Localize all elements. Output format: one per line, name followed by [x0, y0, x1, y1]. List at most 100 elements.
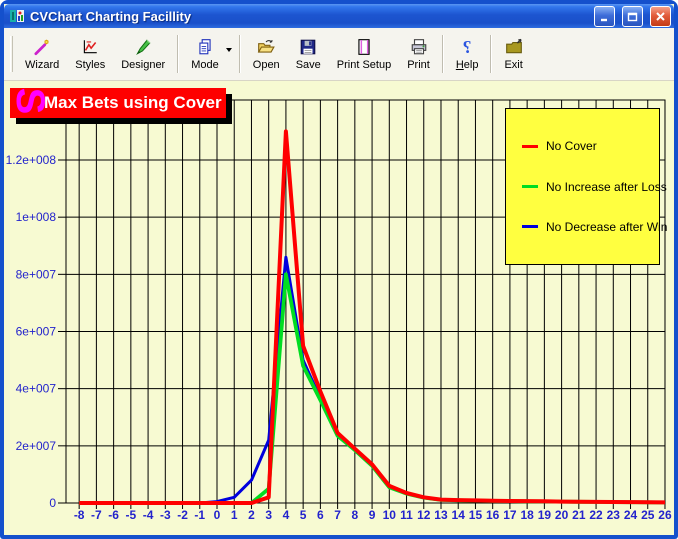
window-inner: CVChart Charting Facillity Wizard Styles… [4, 4, 674, 535]
chart-styles-icon [84, 40, 97, 54]
legend-swatch [522, 144, 538, 148]
y-tick-label: 4e+007 [16, 382, 57, 396]
x-tick-label: -7 [91, 508, 102, 522]
x-tick-label: -1 [194, 508, 205, 522]
minimize-button[interactable] [594, 5, 615, 27]
minimize-icon [601, 18, 607, 21]
x-tick-label: 17 [503, 508, 517, 522]
x-tick-label: 21 [572, 508, 586, 522]
legend-label: No Decrease after Win [546, 219, 668, 234]
chart-title: Max Bets using Cover [44, 93, 222, 112]
x-tick-label: 22 [589, 508, 603, 522]
app-icon [10, 10, 24, 22]
toolbar-separator [177, 35, 180, 73]
styles-label: Styles [75, 59, 106, 71]
print-setup-label: Print Setup [336, 59, 392, 71]
x-tick-label: 11 [400, 508, 413, 522]
designer-button[interactable]: Designer [113, 30, 173, 78]
wizard-button[interactable]: Wizard [17, 30, 67, 78]
toolbar-separator [441, 35, 444, 73]
save-label: Save [295, 59, 321, 71]
wizard-label: Wizard [25, 59, 60, 71]
x-tick-label: 12 [417, 508, 431, 522]
open-label: Open [252, 59, 280, 71]
legend: No Cover No Increase after Loss No Decreas… [505, 108, 667, 265]
printer-icon [411, 39, 426, 55]
x-tick-label: 13 [434, 508, 448, 522]
x-tick-label: 20 [555, 508, 569, 522]
chart-title-banner: S Max Bets using Cover [8, 88, 226, 118]
x-tick-label: 0 [214, 508, 221, 522]
copy-pages-icon [199, 39, 211, 55]
x-tick-label: 25 [641, 508, 655, 522]
title-bar: CVChart Charting Facillity [4, 4, 674, 28]
x-tick-label: 26 [658, 508, 672, 522]
open-button[interactable]: Open [245, 30, 288, 78]
x-tick-label: 3 [265, 508, 272, 522]
x-tick-label: -6 [108, 508, 119, 522]
mode-button[interactable]: Mode [183, 30, 227, 78]
logo-glyph: S [8, 87, 52, 115]
close-button[interactable] [650, 5, 671, 27]
help-button[interactable]: ? Help [448, 30, 487, 78]
legend-label: No Increase after Loss [546, 179, 667, 194]
toolbar-grip [10, 36, 13, 72]
x-tick-label: 14 [452, 508, 466, 522]
x-tick-label: -5 [126, 508, 137, 522]
save-button[interactable]: Save [288, 30, 329, 78]
x-tick-label: 9 [369, 508, 376, 522]
x-tick-label: -2 [177, 508, 188, 522]
styles-button[interactable]: Styles [67, 30, 113, 78]
print-setup-button[interactable]: Print Setup [329, 30, 399, 78]
designer-label: Designer [121, 59, 166, 71]
marker-pen-icon [136, 39, 151, 56]
x-tick-label: 10 [383, 508, 397, 522]
open-folder-icon [257, 39, 276, 53]
legend-label: No Cover [546, 139, 597, 154]
maximize-button[interactable] [622, 5, 643, 27]
y-tick-label: 0 [49, 496, 56, 510]
exit-label: Exit [504, 59, 523, 71]
x-tick-label: -8 [74, 508, 85, 522]
close-icon [656, 11, 665, 21]
y-tick-label: 1.2e+008 [6, 153, 57, 167]
legend-swatch [522, 225, 538, 229]
chevron-down-icon [225, 48, 232, 52]
toolbar-separator [490, 35, 493, 73]
x-tick-label: 15 [469, 508, 483, 522]
x-tick-label: 24 [624, 508, 638, 522]
x-tick-label: 23 [607, 508, 621, 522]
exit-button[interactable]: Exit [496, 30, 530, 78]
x-tick-label: 18 [520, 508, 534, 522]
x-tick-label: 5 [300, 508, 307, 522]
page-setup-icon [358, 39, 370, 55]
x-tick-label: -4 [143, 508, 154, 522]
legend-item: No Cover [522, 139, 659, 153]
x-tick-label: 16 [486, 508, 500, 522]
exit-folder-icon [505, 38, 522, 54]
x-tick-label: -3 [160, 508, 171, 522]
x-tick-label: 2 [248, 508, 255, 522]
toolbar: Wizard Styles Designer Mode Open Save Print Se… [4, 28, 674, 81]
x-tick-label: 4 [283, 508, 290, 522]
print-button[interactable]: Print [399, 30, 438, 78]
x-tick-label: 1 [231, 508, 238, 522]
x-tick-label: 19 [538, 508, 552, 522]
chart-client-area: -8 -7 -6 -5 -4 -3 -2 -1 0 1 2 3 4 5 6 7 8 9 10 11 12 13 14 15 16… [4, 81, 674, 535]
floppy-disk-icon [300, 39, 316, 55]
y-tick-label: 6e+007 [16, 325, 57, 339]
y-tick-label: 8e+007 [16, 267, 57, 281]
maximize-icon [627, 12, 638, 21]
x-tick-label: 8 [351, 508, 358, 522]
print-label: Print [407, 59, 430, 71]
mode-dropdown-arrow[interactable] [223, 30, 235, 78]
magic-wand-icon [34, 39, 49, 56]
mode-label: Mode [191, 59, 219, 71]
app-window: CVChart Charting Facillity Wizard Styles… [0, 0, 678, 539]
window-title: CVChart Charting Facillity [30, 8, 192, 24]
y-tick-label: 2e+007 [16, 439, 57, 453]
legend-item: No Decrease after Win [522, 220, 667, 234]
svg-text:?: ? [463, 38, 472, 56]
legend-swatch [522, 185, 538, 188]
help-label: Help [455, 59, 479, 71]
